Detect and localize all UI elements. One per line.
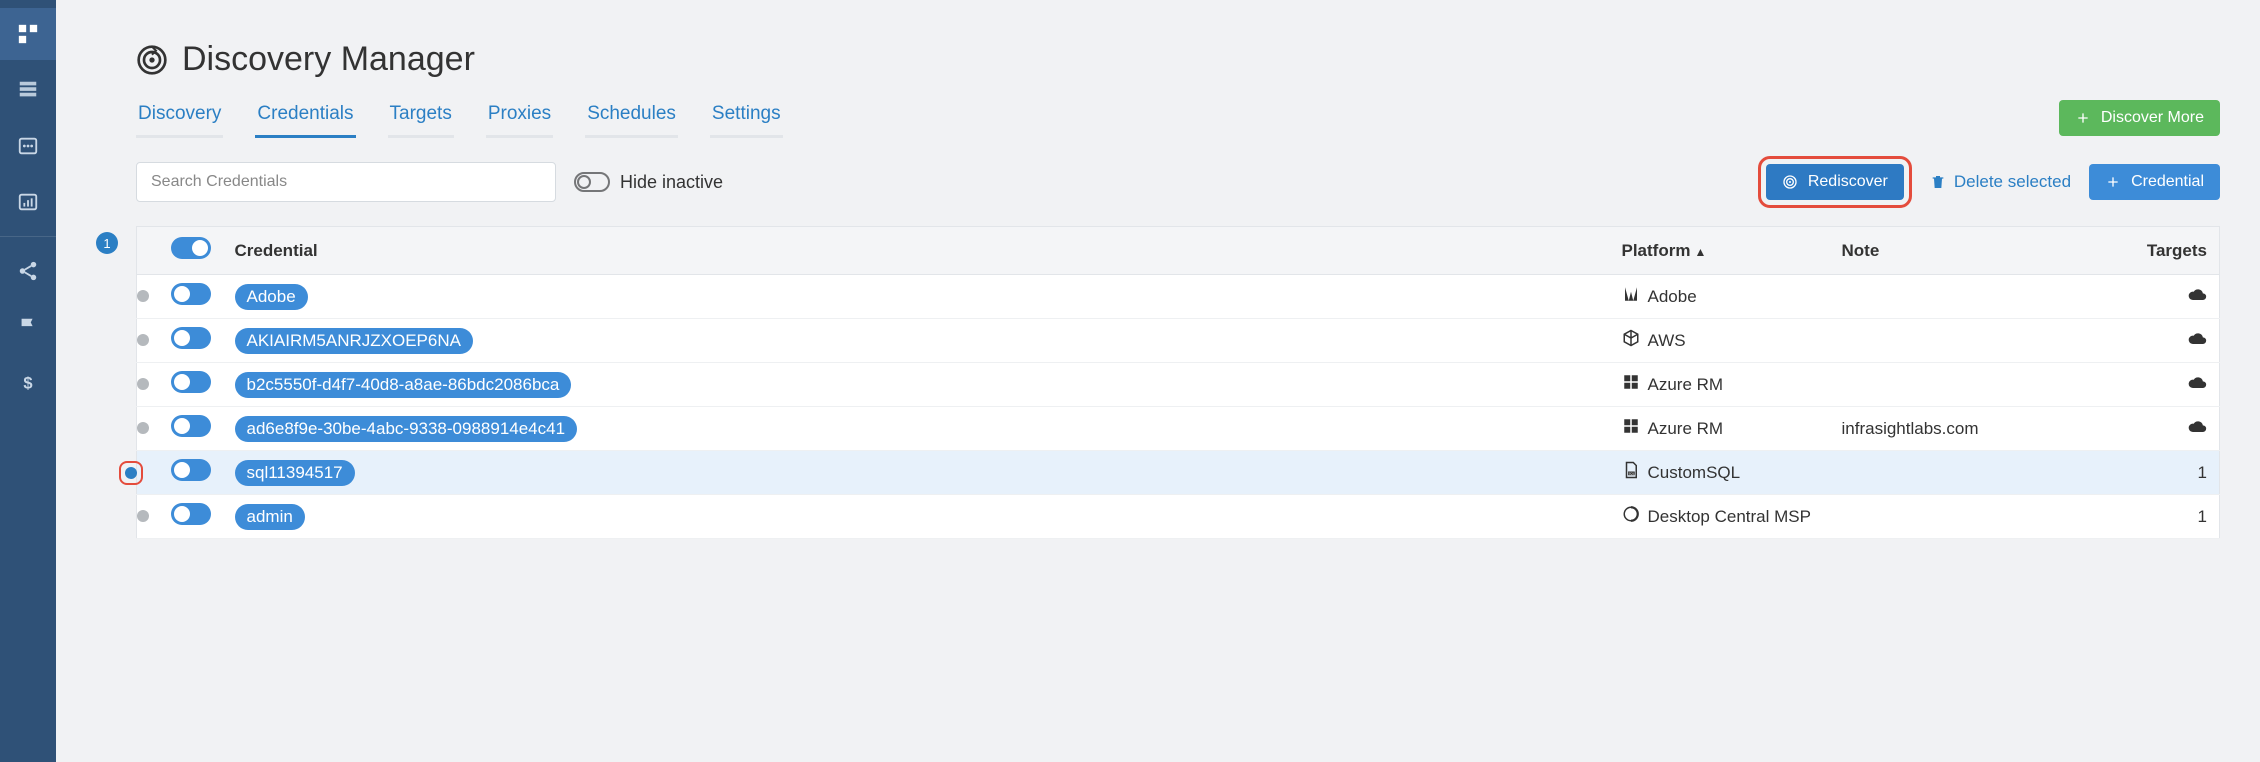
cloud-icon: [2187, 375, 2207, 394]
table-row[interactable]: b2c5550f-d4f7-40d8-a8ae-86bdc2086bca Azur…: [137, 363, 2220, 407]
row-enable-toggle[interactable]: [171, 283, 211, 305]
platform-label: Azure RM: [1648, 375, 1724, 395]
platform-label: CustomSQL: [1648, 463, 1741, 483]
note-cell: infrasightlabs.com: [1830, 407, 2130, 451]
col-platform[interactable]: Platform▲: [1610, 227, 1830, 275]
platform-label: AWS: [1648, 331, 1686, 351]
sidebar-item-table[interactable]: [0, 64, 56, 116]
row-enable-toggle[interactable]: [171, 415, 211, 437]
note-cell: [1830, 275, 2130, 319]
note-cell: [1830, 319, 2130, 363]
targets-cell: 1: [2130, 451, 2220, 495]
windows-icon: [1622, 417, 1640, 440]
targets-cell: [2130, 275, 2220, 319]
circle-icon: [1622, 505, 1640, 528]
table-row[interactable]: ad6e8f9e-30be-4abc-9338-0988914e4c41 Azur…: [137, 407, 2220, 451]
col-credential[interactable]: Credential: [223, 227, 1610, 275]
discover-more-button[interactable]: Discover More: [2059, 100, 2220, 136]
row-enable-toggle[interactable]: [171, 459, 211, 481]
targets-cell: 1: [2130, 495, 2220, 539]
status-dot: [137, 422, 149, 434]
delete-selected-link[interactable]: Delete selected: [1930, 172, 2071, 192]
credential-pill[interactable]: Adobe: [235, 284, 308, 310]
grid-icon: [17, 23, 39, 45]
credential-pill[interactable]: sql11394517: [235, 460, 355, 486]
table-row[interactable]: AKIAIRM5ANRJZXOEP6NA AWS: [137, 319, 2220, 363]
credential-pill[interactable]: AKIAIRM5ANRJZXOEP6NA: [235, 328, 473, 354]
tabs: Discovery Credentials Targets Proxies Sc…: [136, 97, 783, 138]
table-row[interactable]: admin Desktop Central MSP 1: [137, 495, 2220, 539]
platform-label: Adobe: [1648, 287, 1697, 307]
dollar-icon: $: [17, 372, 39, 394]
status-dot: [125, 467, 137, 479]
credential-pill[interactable]: b2c5550f-d4f7-40d8-a8ae-86bdc2086bca: [235, 372, 572, 398]
sidebar-item-reports[interactable]: [0, 176, 56, 228]
left-sidebar: $: [0, 0, 56, 762]
tab-discovery[interactable]: Discovery: [136, 97, 223, 138]
status-dot: [137, 510, 149, 522]
select-all-toggle[interactable]: [171, 237, 211, 259]
row-enable-toggle[interactable]: [171, 371, 211, 393]
sidebar-item-billing[interactable]: $: [0, 357, 56, 409]
credential-pill[interactable]: admin: [235, 504, 305, 530]
plus-icon: [2075, 110, 2091, 126]
targets-cell: [2130, 363, 2220, 407]
targets-cell: [2130, 319, 2220, 363]
sidebar-item-dashboard[interactable]: [0, 8, 56, 60]
col-targets[interactable]: Targets: [2130, 227, 2220, 275]
row-highlight-ring: [119, 461, 143, 485]
trash-icon: [1930, 174, 1946, 190]
rediscover-highlight: Rediscover: [1758, 156, 1912, 208]
status-dot: [137, 378, 149, 390]
table-row[interactable]: sql11394517 SQL CustomSQL 1: [137, 451, 2220, 495]
credential-pill[interactable]: ad6e8f9e-30be-4abc-9338-0988914e4c41: [235, 416, 578, 442]
hide-inactive-label: Hide inactive: [620, 172, 723, 193]
sidebar-item-flag[interactable]: [0, 301, 56, 353]
rediscover-button[interactable]: Rediscover: [1766, 164, 1904, 200]
share-icon: [17, 260, 39, 282]
cloud-icon: [2187, 419, 2207, 438]
plus-icon: [2105, 174, 2121, 190]
table-row[interactable]: Adobe Adobe: [137, 275, 2220, 319]
flag-icon: [17, 316, 39, 338]
svg-text:$: $: [23, 375, 32, 393]
credentials-table: Credential Platform▲ Note Targets AdobeA…: [136, 226, 2220, 539]
chart-icon: [17, 191, 39, 213]
sidebar-item-share[interactable]: [0, 245, 56, 297]
note-cell: [1830, 363, 2130, 407]
sort-asc-icon: ▲: [1694, 245, 1706, 259]
adobe-icon: [1622, 285, 1640, 308]
status-dot: [137, 290, 149, 302]
tab-schedules[interactable]: Schedules: [585, 97, 678, 138]
tab-targets[interactable]: Targets: [388, 97, 454, 138]
ellipsis-box-icon: [17, 135, 39, 157]
cloud-icon: [2187, 287, 2207, 306]
platform-label: Azure RM: [1648, 419, 1724, 439]
table-icon: [17, 79, 39, 101]
note-cell: [1830, 495, 2130, 539]
tab-settings[interactable]: Settings: [710, 97, 783, 138]
sidebar-item-schedule[interactable]: [0, 120, 56, 172]
target-icon: [136, 44, 168, 76]
targets-cell: [2130, 407, 2220, 451]
search-input[interactable]: [136, 162, 556, 202]
col-note[interactable]: Note: [1830, 227, 2130, 275]
cloud-icon: [2187, 331, 2207, 350]
svg-text:SQL: SQL: [1628, 472, 1634, 476]
hide-inactive-toggle[interactable]: [574, 172, 610, 192]
selected-count-badge: 1: [96, 232, 118, 254]
cube-icon: [1622, 329, 1640, 352]
target-icon: [1782, 174, 1798, 190]
tab-credentials[interactable]: Credentials: [255, 97, 355, 138]
platform-label: Desktop Central MSP: [1648, 507, 1811, 527]
tab-proxies[interactable]: Proxies: [486, 97, 553, 138]
row-enable-toggle[interactable]: [171, 503, 211, 525]
row-enable-toggle[interactable]: [171, 327, 211, 349]
sql-icon: SQL: [1622, 461, 1640, 484]
windows-icon: [1622, 373, 1640, 396]
page-title: Discovery Manager: [136, 40, 2220, 79]
new-credential-button[interactable]: Credential: [2089, 164, 2220, 200]
note-cell: [1830, 451, 2130, 495]
status-dot: [137, 334, 149, 346]
